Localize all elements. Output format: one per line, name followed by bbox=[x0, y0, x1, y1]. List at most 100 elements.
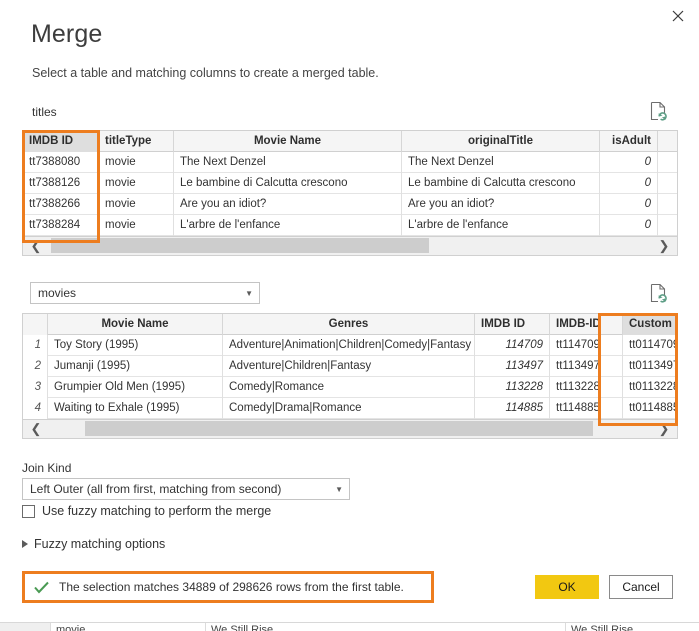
column-header-genres[interactable]: Genres bbox=[223, 314, 475, 335]
cell-custom: tt0114709 bbox=[623, 335, 677, 356]
cell-titleType: movie bbox=[99, 215, 174, 236]
join-kind-selected-value: Left Outer (all from first, matching fro… bbox=[30, 482, 282, 496]
cell-imdbid: tt7388126 bbox=[23, 173, 99, 194]
column-header-isAdult[interactable]: isAdult bbox=[600, 131, 658, 152]
cell-titleType: movie bbox=[99, 194, 174, 215]
cell-originalTitle: The Next Denzel bbox=[402, 152, 600, 173]
cell-movieName: Toy Story (1995) bbox=[48, 335, 223, 356]
cell-imdbid: tt7388266 bbox=[23, 194, 99, 215]
dialog-subtitle: Select a table and matching columns to c… bbox=[32, 66, 379, 80]
first-table-name: titles bbox=[32, 105, 57, 119]
cell-imdbiddash: tt113228 bbox=[550, 377, 623, 398]
cell-titleType: movie bbox=[99, 152, 174, 173]
fuzzy-matching-checkbox[interactable] bbox=[22, 504, 35, 518]
cell-rownum: 2 bbox=[23, 356, 48, 377]
cell-isAdult: 0 bbox=[600, 173, 658, 194]
join-kind-label: Join Kind bbox=[22, 461, 72, 475]
column-header-rownum[interactable] bbox=[23, 314, 48, 335]
chevron-down-icon-join: ▼ bbox=[335, 484, 343, 494]
cell-imdbiddash: tt114885 bbox=[550, 398, 623, 419]
scroll-left-icon-second[interactable]: ❮ bbox=[23, 420, 49, 437]
cell-movieName: The Next Denzel bbox=[174, 152, 402, 173]
table-row[interactable]: tt7388126 movie Le bambine di Calcutta cre… bbox=[23, 173, 677, 194]
cell-imdbid: tt7388284 bbox=[23, 215, 99, 236]
status-message-bar: The selection matches 34889 of 298626 ro… bbox=[22, 571, 434, 603]
cell-custom: tt0113228 bbox=[623, 377, 677, 398]
first-table-grid[interactable]: IMDB ID titleType Movie Name originalTitle i… bbox=[22, 130, 678, 237]
cancel-button[interactable]: Cancel bbox=[609, 575, 673, 599]
background-row-cell-1: movie bbox=[56, 624, 86, 631]
cell-year: 2018 bbox=[658, 194, 677, 215]
table-row[interactable]: 3 Grumpier Old Men (1995) Comedy|Romance 11… bbox=[23, 377, 677, 398]
scroll-right-icon[interactable]: ❯ bbox=[651, 237, 677, 254]
column-header-imdbid[interactable]: IMDB ID bbox=[475, 314, 550, 335]
chevron-right-icon bbox=[22, 540, 28, 548]
cell-imdbid: 114885 bbox=[475, 398, 550, 419]
checkmark-icon bbox=[34, 581, 49, 594]
column-header-movieName[interactable]: Movie Name bbox=[174, 131, 402, 152]
cell-rownum: 3 bbox=[23, 377, 48, 398]
column-header-custom[interactable]: Custom bbox=[623, 314, 677, 335]
fuzzy-matching-checkbox-row[interactable]: Use fuzzy matching to perform the merge bbox=[22, 504, 271, 518]
scroll-right-icon-second[interactable]: ❯ bbox=[651, 420, 677, 437]
close-icon[interactable] bbox=[663, 3, 693, 29]
cell-movieName: Grumpier Old Men (1995) bbox=[48, 377, 223, 398]
fuzzy-matching-options-label: Fuzzy matching options bbox=[34, 537, 166, 551]
cell-originalTitle: Are you an idiot? bbox=[402, 194, 600, 215]
page-refresh-icon[interactable] bbox=[650, 101, 667, 121]
column-header-year[interactable]: Year bbox=[658, 131, 677, 152]
cell-custom: tt0113497 bbox=[623, 356, 677, 377]
cell-imdbid: 113228 bbox=[475, 377, 550, 398]
cell-imdbiddash: tt114709 bbox=[550, 335, 623, 356]
cell-isAdult: 0 bbox=[600, 152, 658, 173]
first-table-horizontal-scrollbar[interactable]: ❮ ❯ bbox=[22, 237, 678, 256]
cell-movieName: Le bambine di Calcutta crescono bbox=[174, 173, 402, 194]
scrollbar-thumb-second[interactable] bbox=[85, 421, 593, 436]
background-row-cell-3: We Still Rise bbox=[571, 624, 634, 631]
table-row[interactable]: tt7388284 movie L'arbre de l'enfance L'arbr… bbox=[23, 215, 677, 236]
table-row[interactable]: tt7388266 movie Are you an idiot? Are you a… bbox=[23, 194, 677, 215]
cell-imdbid: 113497 bbox=[475, 356, 550, 377]
second-table-grid[interactable]: Movie Name Genres IMDB ID IMDB-ID Custom 1 Toy… bbox=[22, 313, 678, 420]
join-kind-selector[interactable]: Left Outer (all from first, matching fro… bbox=[22, 478, 350, 500]
column-header-imdbid[interactable]: IMDB ID bbox=[23, 131, 99, 152]
cell-genres: Comedy|Romance bbox=[223, 377, 475, 398]
table-row[interactable]: tt7388080 movie The Next Denzel The Next De… bbox=[23, 152, 677, 173]
cell-year: 2017 bbox=[658, 173, 677, 194]
scrollbar-thumb[interactable] bbox=[51, 238, 429, 253]
cell-rownum: 1 bbox=[23, 335, 48, 356]
second-table-selector[interactable]: movies ▼ bbox=[30, 282, 260, 304]
cell-genres: Comedy|Drama|Romance bbox=[223, 398, 475, 419]
cell-movieName: Jumanji (1995) bbox=[48, 356, 223, 377]
cell-rownum: 4 bbox=[23, 398, 48, 419]
cell-isAdult: 0 bbox=[600, 215, 658, 236]
page-refresh-icon-second[interactable] bbox=[650, 283, 667, 303]
status-message-text: The selection matches 34889 of 298626 ro… bbox=[59, 580, 404, 594]
cell-year: 2011 bbox=[658, 152, 677, 173]
ok-button[interactable]: OK bbox=[535, 575, 599, 599]
fuzzy-matching-label: Use fuzzy matching to perform the merge bbox=[42, 504, 272, 518]
fuzzy-matching-options-toggle[interactable]: Fuzzy matching options bbox=[22, 537, 165, 551]
column-header-titleType[interactable]: titleType bbox=[99, 131, 174, 152]
table-row[interactable]: 1 Toy Story (1995) Adventure|Animation|Chi… bbox=[23, 335, 677, 356]
second-table-horizontal-scrollbar[interactable]: ❮ ❯ bbox=[22, 420, 678, 439]
cell-year: 2017 bbox=[658, 215, 677, 236]
cell-genres: Adventure|Children|Fantasy bbox=[223, 356, 475, 377]
cell-genres: Adventure|Animation|Children|Comedy|Fant… bbox=[223, 335, 475, 356]
table-row[interactable]: 2 Jumanji (1995) Adventure|Children|Fantas… bbox=[23, 356, 677, 377]
scroll-left-icon[interactable]: ❮ bbox=[23, 237, 49, 254]
cell-imdbid: 114709 bbox=[475, 335, 550, 356]
cell-movieName: Are you an idiot? bbox=[174, 194, 402, 215]
background-row-cell-2: We Still Rise bbox=[211, 624, 274, 631]
chevron-down-icon: ▼ bbox=[245, 288, 253, 298]
table-row[interactable]: 4 Waiting to Exhale (1995) Comedy|Drama|Ro… bbox=[23, 398, 677, 419]
background-window-row: movie We Still Rise We Still Rise bbox=[0, 622, 699, 631]
cell-titleType: movie bbox=[99, 173, 174, 194]
table-header-row: IMDB ID titleType Movie Name originalTitle i… bbox=[23, 131, 677, 152]
column-header-movieName[interactable]: Movie Name bbox=[48, 314, 223, 335]
column-header-imdbiddash[interactable]: IMDB-ID bbox=[550, 314, 623, 335]
table-header-row: Movie Name Genres IMDB ID IMDB-ID Custom bbox=[23, 314, 677, 335]
column-header-originalTitle[interactable]: originalTitle bbox=[402, 131, 600, 152]
page-title: Merge bbox=[31, 20, 103, 48]
cell-imdbiddash: tt113497 bbox=[550, 356, 623, 377]
